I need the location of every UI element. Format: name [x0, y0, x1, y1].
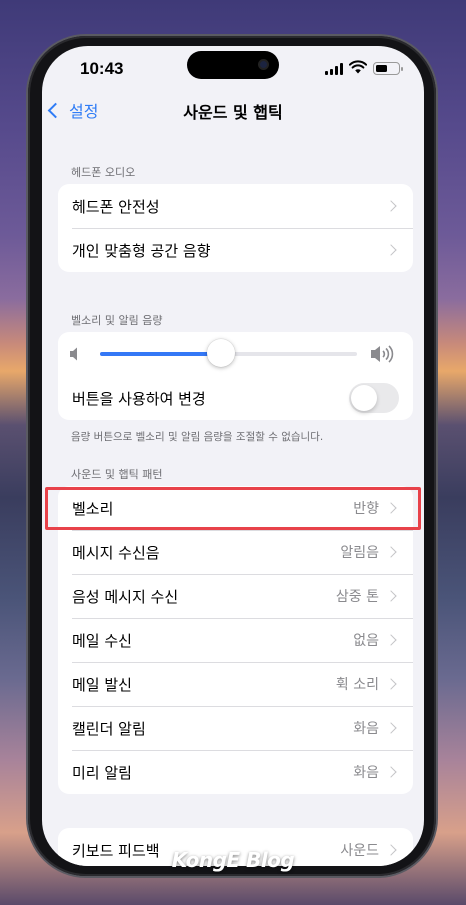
row-label: 헤드폰 안전성 — [72, 197, 160, 216]
status-time: 10:43 — [80, 59, 124, 78]
settings-screen: 10:43 설정 사운드 및 햅틱 헤드폰 오디오 헤드폰 안전성 개인 맞춤형… — [42, 46, 424, 866]
speaker-high-icon — [371, 345, 394, 363]
wifi-icon — [349, 60, 367, 74]
speaker-low-icon — [70, 347, 77, 361]
volume-slider-fill — [100, 352, 221, 356]
row-value: 삼중 톤 — [335, 589, 379, 605]
chevron-right-icon — [385, 678, 397, 690]
row-value: 반향 — [353, 501, 379, 517]
section-header-headphone-audio: 헤드폰 오디오 — [71, 166, 136, 179]
volume-slider-knob[interactable] — [206, 339, 235, 367]
row-headphone-safety[interactable]: 헤드폰 안전성 — [58, 184, 413, 228]
chevron-right-icon — [385, 546, 397, 558]
blog-watermark: KongE Blog — [171, 848, 295, 872]
row-personalized-spatial-audio[interactable]: 개인 맞춤형 공간 음향 — [58, 228, 413, 272]
change-with-buttons-toggle[interactable] — [349, 383, 399, 413]
row-label: 버튼을 사용하여 변경 — [72, 389, 206, 408]
toggle-knob — [351, 385, 377, 411]
row-label: 메일 발신 — [72, 675, 132, 694]
cellular-signal-icon — [325, 63, 345, 75]
row-value: 화음 — [353, 721, 379, 737]
ringer-volume-footer: 음량 버튼으로 벨소리 및 알림 음량을 조절할 수 없습니다. — [71, 431, 324, 443]
chevron-right-icon — [385, 722, 397, 734]
chevron-right-icon — [385, 634, 397, 646]
chevron-right-icon — [385, 502, 397, 514]
camera-icon — [258, 59, 269, 70]
row-ringtone[interactable]: 벨소리 반향 — [58, 486, 413, 530]
status-bar: 10:43 — [42, 46, 424, 96]
row-label: 벨소리 — [72, 499, 114, 518]
volume-slider-row — [58, 332, 413, 376]
dynamic-island — [187, 51, 279, 79]
row-new-mail[interactable]: 메일 수신 없음 — [58, 618, 413, 662]
chevron-right-icon — [385, 590, 397, 602]
row-value: 없음 — [353, 633, 379, 649]
section-header-patterns: 사운드 및 햅틱 패턴 — [71, 468, 163, 481]
row-label: 음성 메시지 수신 — [72, 587, 179, 606]
row-new-voicemail[interactable]: 음성 메시지 수신 삼중 톤 — [58, 574, 413, 618]
row-change-with-buttons: 버튼을 사용하여 변경 — [58, 376, 413, 420]
row-value: 알림음 — [340, 545, 379, 561]
chevron-right-icon — [385, 244, 397, 256]
chevron-right-icon — [385, 766, 397, 778]
section-header-ringer-volume: 벨소리 및 알림 음량 — [71, 314, 163, 327]
navigation-bar: 설정 사운드 및 햅틱 — [42, 96, 424, 126]
page-title: 사운드 및 햅틱 — [183, 103, 283, 122]
row-text-tone[interactable]: 메시지 수신음 알림음 — [58, 530, 413, 574]
row-calendar-alerts[interactable]: 캘린더 알림 화음 — [58, 706, 413, 750]
battery-icon — [373, 62, 403, 75]
row-value: 휙 소리 — [335, 677, 379, 693]
row-label: 메시지 수신음 — [72, 543, 160, 562]
row-label: 캘린더 알림 — [72, 719, 146, 738]
row-reminder-alerts[interactable]: 미리 알림 화음 — [58, 750, 413, 794]
group-sound-patterns: 벨소리 반향 메시지 수신음 알림음 음성 메시지 수신 삼중 톤 메일 수신 … — [58, 486, 413, 794]
row-label: 메일 수신 — [72, 631, 132, 650]
row-sent-mail[interactable]: 메일 발신 휙 소리 — [58, 662, 413, 706]
row-label: 개인 맞춤형 공간 음향 — [72, 241, 211, 260]
row-label: 미리 알림 — [72, 763, 132, 782]
row-value: 화음 — [353, 765, 379, 781]
chevron-right-icon — [385, 200, 397, 212]
group-ringer-volume: 버튼을 사용하여 변경 — [58, 332, 413, 420]
group-headphone-audio: 헤드폰 안전성 개인 맞춤형 공간 음향 — [58, 184, 413, 272]
